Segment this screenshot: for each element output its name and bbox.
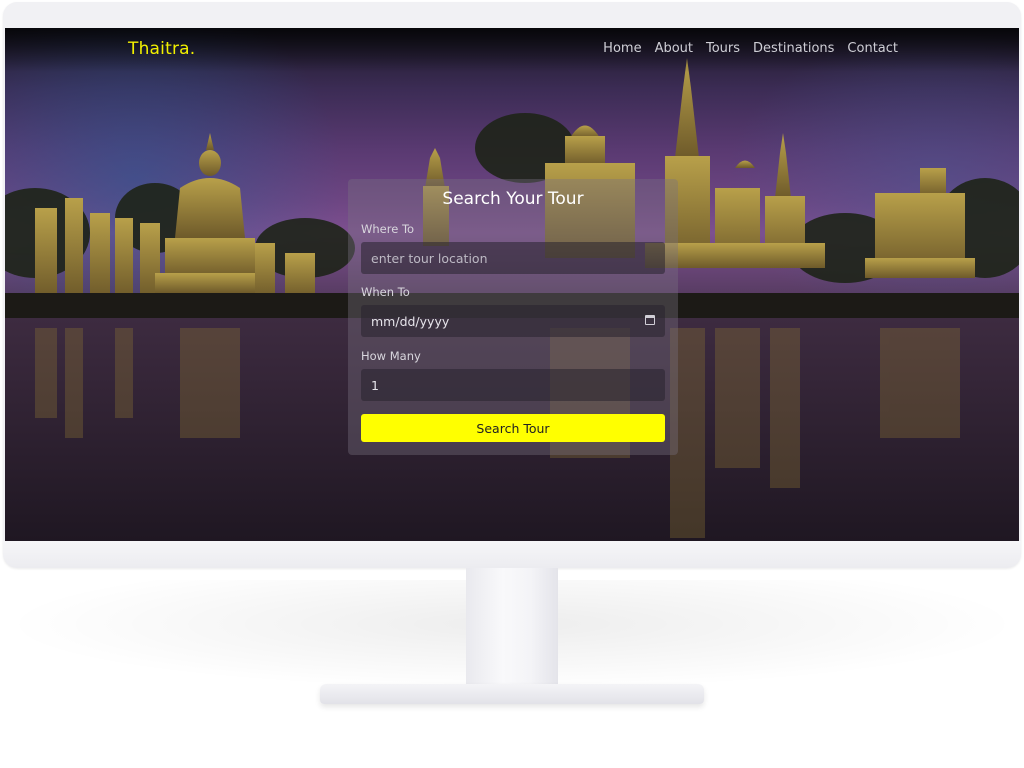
when-to-label: When To (361, 285, 410, 299)
monitor-stand-neck (466, 568, 558, 692)
search-tour-card: Search Your Tour Where To enter tour loc… (348, 179, 678, 455)
when-to-placeholder: mm/dd/yyyy (371, 313, 450, 329)
how-many-label: How Many (361, 349, 421, 363)
nav-links: Home About Tours Destinations Contact (603, 41, 898, 56)
where-to-label: Where To (361, 222, 415, 236)
nav-link-home[interactable]: Home (603, 41, 641, 56)
nav-link-contact[interactable]: Contact (847, 41, 898, 56)
nav-link-tours[interactable]: Tours (706, 41, 740, 56)
where-to-input[interactable]: enter tour location (361, 242, 665, 274)
search-tour-button[interactable]: Search Tour (361, 414, 665, 442)
device-mockup: Thaitra. Home About Tours Destinations C… (0, 0, 1024, 768)
monitor-stand-base (320, 684, 704, 704)
screen: Thaitra. Home About Tours Destinations C… (5, 28, 1019, 541)
calendar-icon[interactable] (645, 315, 655, 325)
monitor-chin (3, 541, 1021, 568)
search-card-title: Search Your Tour (442, 189, 584, 209)
nav-link-destinations[interactable]: Destinations (753, 41, 834, 56)
how-many-value: 1 (371, 377, 379, 393)
site-logo[interactable]: Thaitra. (128, 39, 195, 59)
how-many-input[interactable]: 1 (361, 369, 665, 401)
nav-link-about[interactable]: About (655, 41, 693, 56)
when-to-date-input[interactable]: mm/dd/yyyy (361, 305, 665, 337)
navbar: Thaitra. Home About Tours Destinations C… (5, 28, 1019, 72)
where-to-placeholder: enter tour location (371, 250, 488, 266)
